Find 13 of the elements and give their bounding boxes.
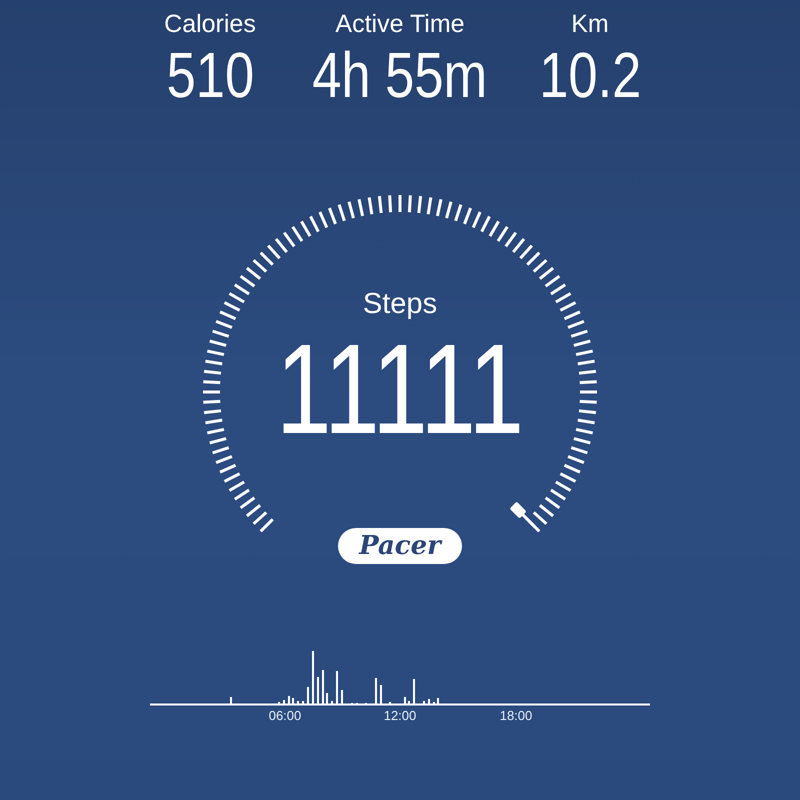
stat-label: Active Time [335, 9, 465, 40]
stat-label: Calories [164, 9, 256, 40]
time-label: 12:00 [382, 708, 418, 723]
stat-label: Km [571, 9, 609, 40]
stat-value: 510 [166, 40, 254, 110]
time-label: 06:00 [268, 708, 302, 723]
time-label: 18:00 [498, 708, 534, 723]
steps-count: 11111 [275, 320, 525, 460]
steps-label: Steps [362, 288, 438, 321]
gauge-marker [510, 502, 536, 528]
stat-value: 4h 55m [312, 40, 488, 110]
stat-value: 10.2 [538, 40, 642, 110]
pacer-logo: Pacer [338, 528, 462, 564]
